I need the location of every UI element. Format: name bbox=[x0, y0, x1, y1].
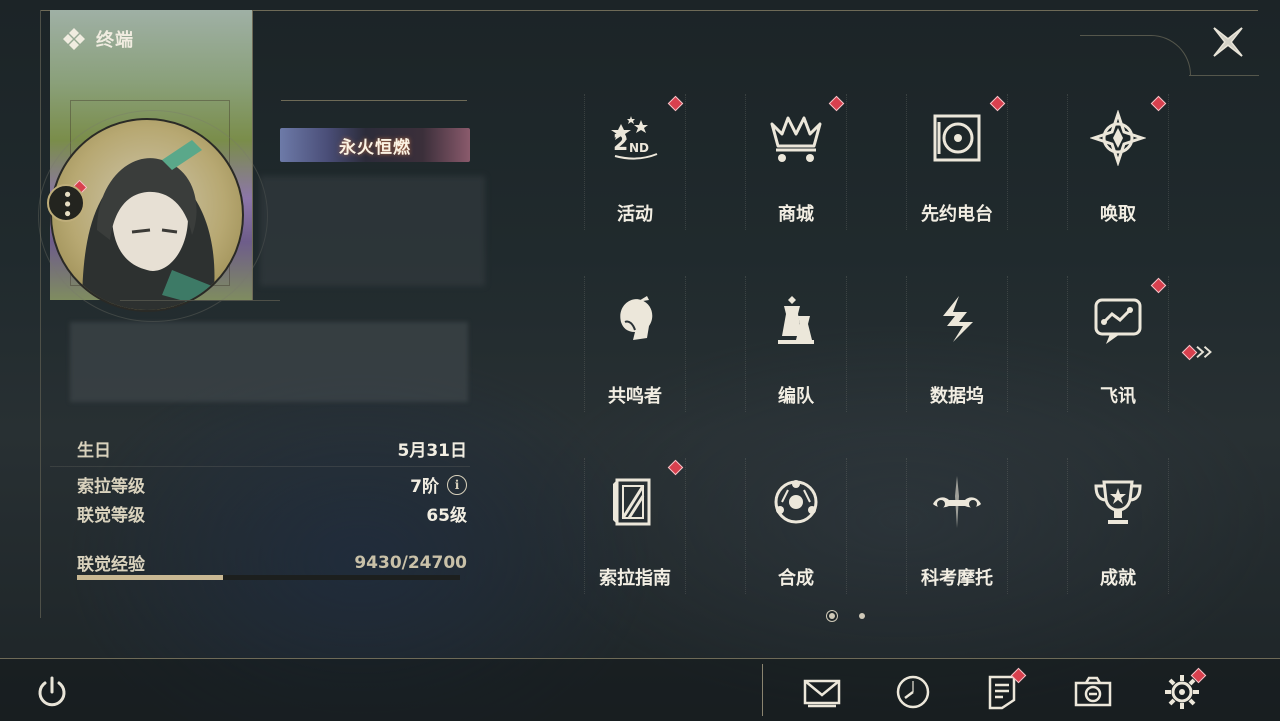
camera-icon bbox=[1074, 676, 1112, 707]
menu-item[interactable]: 数据坞 bbox=[906, 276, 1008, 412]
notification-badge bbox=[667, 95, 684, 112]
terminal-header: 终端 bbox=[62, 26, 134, 52]
bottom-divider bbox=[762, 664, 763, 716]
menu-item-label: 活动 bbox=[617, 204, 653, 225]
exp-value: 9430/24700 bbox=[354, 552, 467, 573]
page-indicator-dot[interactable] bbox=[829, 613, 835, 619]
notification-badge bbox=[989, 95, 1006, 112]
close-icon bbox=[1213, 27, 1243, 57]
trophy-icon bbox=[1090, 474, 1146, 530]
page-indicator-dot[interactable] bbox=[859, 613, 865, 619]
birthday-value: 5月31日 bbox=[397, 441, 468, 461]
info-row-sola-level: 索拉等级 7阶 i bbox=[77, 472, 467, 497]
name-divider bbox=[281, 100, 467, 101]
sola-level-value: 7阶 bbox=[410, 477, 439, 497]
event-2nd-anniversary-icon: 2 ND bbox=[607, 110, 663, 166]
menu-item-label: 合成 bbox=[778, 568, 814, 589]
frame-curve bbox=[1080, 35, 1191, 76]
guidebook-icon bbox=[607, 474, 663, 530]
menu-item[interactable]: 先约电台 bbox=[906, 94, 1008, 230]
next-page-button[interactable] bbox=[1181, 342, 1224, 362]
terminal-title: 终端 bbox=[96, 30, 134, 51]
svg-text:ND: ND bbox=[629, 141, 649, 155]
profile-more-button[interactable]: ••• bbox=[47, 184, 85, 222]
menu-item[interactable]: 编队 bbox=[745, 276, 847, 412]
menu-item-label: 共鸣者 bbox=[608, 386, 662, 407]
notification-badge bbox=[667, 459, 684, 476]
menu-item[interactable]: 飞讯 bbox=[1067, 276, 1169, 412]
union-level-value: 65级 bbox=[426, 506, 467, 526]
info-row-birthday: 生日 5月31日 bbox=[77, 436, 467, 461]
settings-gear-button[interactable] bbox=[1162, 667, 1207, 712]
title-badge-text: 永火恒燃 bbox=[339, 137, 411, 158]
mail-icon bbox=[803, 679, 841, 708]
menu-item[interactable]: 共鸣者 bbox=[584, 276, 686, 412]
menu-item[interactable]: 商城 bbox=[745, 94, 847, 230]
info-row-exp: 联觉经验 9430/24700 bbox=[77, 550, 467, 576]
union-level-label: 联觉等级 bbox=[77, 506, 145, 526]
menu-item[interactable]: 科考摩托 bbox=[906, 458, 1008, 594]
info-icon[interactable]: i bbox=[447, 474, 467, 495]
sola-level-value-group: 7阶 i bbox=[410, 472, 467, 497]
title-badge: 永火恒燃 bbox=[280, 128, 470, 162]
menu-item-label: 数据坞 bbox=[930, 386, 984, 407]
more-dots-icon: ••• bbox=[56, 188, 77, 218]
menu-item[interactable]: 唤取 bbox=[1067, 94, 1169, 230]
menu-item-label: 商城 bbox=[778, 204, 814, 225]
info-row-union-level: 联觉等级 65级 bbox=[77, 501, 467, 526]
frame-right-line bbox=[1189, 75, 1259, 76]
menu-item-label: 成就 bbox=[1100, 568, 1136, 589]
double-chevron-right-icon bbox=[1196, 346, 1212, 358]
camera-button[interactable] bbox=[1073, 672, 1113, 712]
card-bottom-line bbox=[120, 300, 280, 301]
menu-item[interactable]: 合成 bbox=[745, 458, 847, 594]
terminal-diamond-icon bbox=[63, 28, 85, 50]
menu-item[interactable]: 索拉指南 bbox=[584, 458, 686, 594]
frame-left-line bbox=[40, 10, 41, 618]
clock-icon bbox=[896, 675, 930, 709]
menu-item[interactable]: 2 ND 活动 bbox=[584, 94, 686, 230]
menu-item-label: 唤取 bbox=[1100, 204, 1136, 225]
menu-item-label: 编队 bbox=[778, 386, 814, 407]
synthesis-icon bbox=[768, 474, 824, 530]
notification-badge bbox=[1150, 277, 1167, 294]
power-icon bbox=[38, 676, 66, 707]
chat-bubble-icon bbox=[1090, 292, 1146, 348]
sola-level-label: 索拉等级 bbox=[77, 477, 145, 497]
row-divider bbox=[50, 466, 470, 467]
exp-progress-fill bbox=[77, 575, 224, 580]
data-bank-icon bbox=[929, 292, 985, 348]
menu-item[interactable]: 成就 bbox=[1067, 458, 1169, 594]
notification-badge bbox=[1150, 95, 1167, 112]
birthday-label: 生日 bbox=[77, 441, 111, 461]
chess-team-icon bbox=[768, 292, 824, 348]
notice-button[interactable] bbox=[982, 667, 1027, 712]
power-button[interactable] bbox=[32, 672, 72, 712]
menu-item-label: 飞讯 bbox=[1100, 386, 1136, 407]
close-button[interactable] bbox=[1208, 22, 1248, 62]
mail-button[interactable] bbox=[802, 672, 842, 712]
motorbike-icon bbox=[929, 474, 985, 530]
summon-compass-icon bbox=[1089, 109, 1147, 167]
menu-item-label: 先约电台 bbox=[921, 204, 993, 225]
blurred-signature-area bbox=[70, 322, 468, 402]
resonator-portrait-icon bbox=[607, 292, 663, 348]
menu-item-label: 科考摩托 bbox=[921, 568, 993, 589]
radio-turntable-icon bbox=[929, 110, 985, 166]
exp-progress-bar bbox=[77, 575, 460, 580]
menu-item-label: 索拉指南 bbox=[599, 568, 671, 589]
shop-cart-icon bbox=[768, 110, 824, 166]
clock-button[interactable] bbox=[893, 672, 933, 712]
notification-badge bbox=[828, 95, 845, 112]
blurred-name-area bbox=[260, 176, 485, 286]
exp-label: 联觉经验 bbox=[77, 555, 145, 575]
